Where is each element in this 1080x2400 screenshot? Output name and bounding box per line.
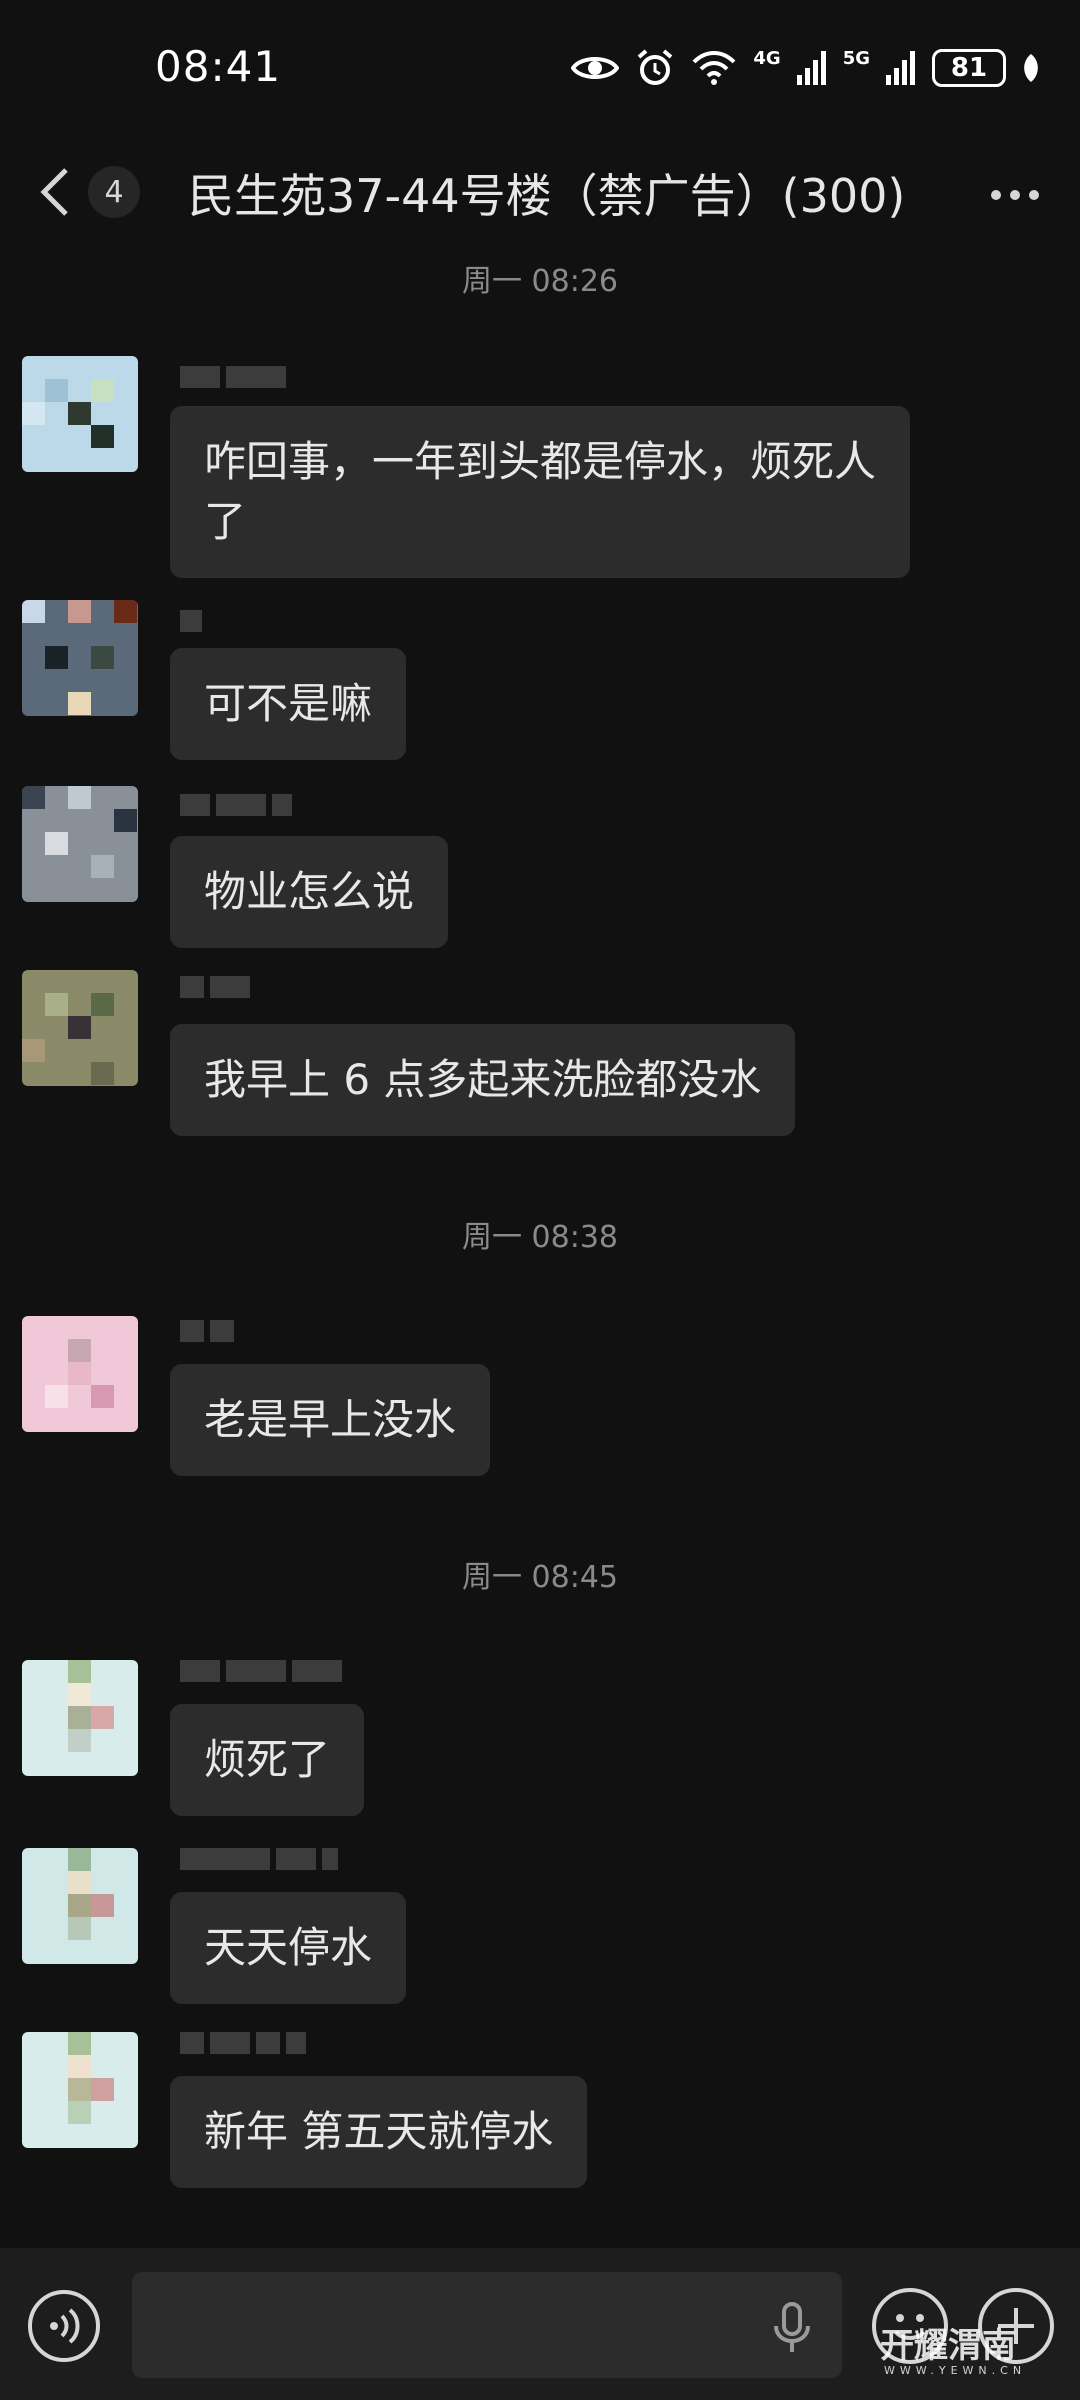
avatar[interactable] <box>22 600 138 716</box>
timestamp: 周一 08:26 <box>462 264 618 299</box>
avatar[interactable] <box>22 1660 138 1776</box>
message-bubble[interactable]: 物业怎么说 <box>170 836 449 948</box>
signal-icon <box>886 51 915 85</box>
chat-title: 民生苑37-44号楼（禁广告）(300) <box>188 169 906 223</box>
wifi-icon <box>692 51 736 85</box>
sender-nickname <box>180 610 208 640</box>
unread-count-badge[interactable]: 4 <box>88 166 140 218</box>
timestamp: 周一 08:38 <box>462 1220 618 1255</box>
voice-button[interactable] <box>28 2290 100 2362</box>
avatar[interactable] <box>22 1316 138 1432</box>
voice-icon <box>50 2308 80 2344</box>
chevron-left-icon <box>40 168 68 216</box>
mic-button[interactable] <box>772 2302 812 2358</box>
sender-nickname <box>180 1848 344 1878</box>
sender-nickname <box>180 1320 240 1350</box>
leaf-icon <box>1024 54 1038 82</box>
battery-indicator: 81 <box>932 49 1006 87</box>
sender-nickname <box>180 366 292 396</box>
message-bubble[interactable]: 可不是嘛 <box>170 648 407 760</box>
avatar[interactable] <box>22 786 138 902</box>
message-bubble[interactable]: 烦死了 <box>170 1704 365 1816</box>
mic-icon <box>774 2302 810 2352</box>
network-4g-label: 4G <box>753 47 781 69</box>
sender-nickname <box>180 2032 312 2062</box>
sender-nickname <box>180 976 256 1006</box>
avatar[interactable] <box>22 356 138 472</box>
network-5g-label: 5G <box>842 47 870 69</box>
status-icons: 4G 5G 81 <box>571 48 1040 88</box>
avatar[interactable] <box>22 2032 138 2148</box>
signal-icon <box>796 51 826 85</box>
message-bubble[interactable]: 我早上 6 点多起来洗脸都没水 <box>170 1024 796 1136</box>
status-bar: 08:41 4G 5G 81 <box>0 0 1080 140</box>
sender-nickname <box>180 794 298 824</box>
more-dots-icon <box>991 190 1039 200</box>
timestamp: 周一 08:45 <box>462 1560 618 1595</box>
message-bubble[interactable]: 新年 第五天就停水 <box>170 2076 588 2188</box>
alarm-icon <box>638 49 673 85</box>
avatar[interactable] <box>22 1848 138 1964</box>
watermark-logo: 开耀渭南 <box>880 2326 1016 2366</box>
message-input[interactable] <box>132 2272 842 2378</box>
back-button[interactable] <box>36 166 72 222</box>
message-bubble[interactable]: 咋回事，一年到头都是停水，烦死人了 <box>170 406 910 578</box>
watermark-url: WWW.YEWN.CN <box>884 2364 1027 2377</box>
message-bubble[interactable]: 天天停水 <box>170 1892 407 2004</box>
sender-nickname <box>180 1660 348 1690</box>
status-time: 08:41 <box>155 42 282 91</box>
eye-icon <box>571 57 620 79</box>
message-bubble[interactable]: 老是早上没水 <box>170 1364 491 1476</box>
avatar[interactable] <box>22 970 138 1086</box>
more-button[interactable] <box>990 186 1040 205</box>
